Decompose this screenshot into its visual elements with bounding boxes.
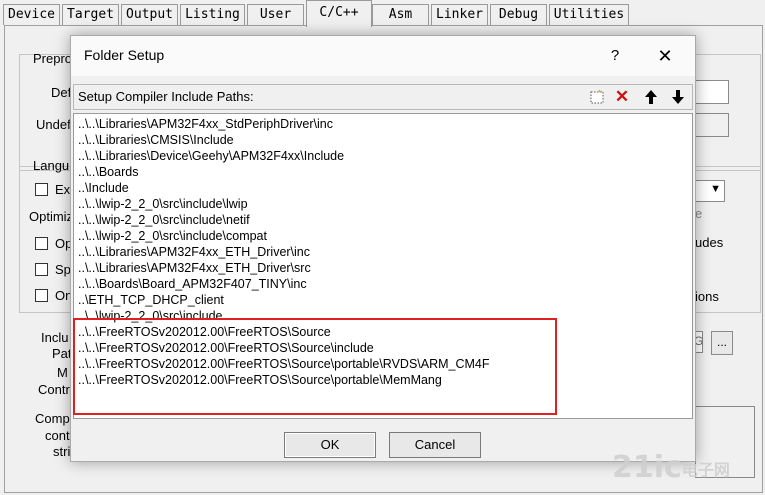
include-paths-heading: Setup Compiler Include Paths:	[78, 89, 254, 104]
controls-label: Contr	[38, 382, 70, 397]
list-item[interactable]: ..\..\Boards	[78, 164, 138, 180]
watermark-logo: 21ic电子网	[612, 450, 730, 485]
language-dropdown[interactable]: ▼	[695, 180, 725, 202]
sp-label: Sp	[55, 262, 71, 277]
right-includes-label: udes	[695, 235, 724, 250]
watermark-main: 21ic	[612, 450, 682, 485]
list-item[interactable]: ..\..\lwip-2_2_0\src\include\lwip	[78, 196, 248, 212]
tab-linker[interactable]: Linker	[431, 4, 488, 25]
list-item[interactable]: ..\..\Libraries\APM32F4xx_ETH_Driver\src	[78, 260, 311, 276]
undefine-label: Undef	[36, 117, 71, 132]
cancel-button[interactable]: Cancel	[389, 432, 481, 458]
include-label: Inclu	[41, 330, 69, 345]
tab-output[interactable]: Output	[121, 4, 178, 25]
include-paths-field[interactable]: G	[694, 331, 703, 353]
tab-c-cpp[interactable]: C/C++	[306, 0, 372, 27]
tab-strip: Device Target Output Listing User C/C++ …	[0, 0, 765, 27]
browse-button[interactable]: ...	[711, 331, 733, 355]
delete-icon[interactable]: ✕	[611, 87, 633, 107]
misc-label: M	[57, 365, 68, 380]
undefine-field[interactable]	[695, 113, 729, 137]
help-button[interactable]: ?	[603, 44, 627, 68]
new-folder-icon[interactable]	[586, 87, 608, 107]
sp-checkbox[interactable]	[35, 263, 48, 276]
include-paths-header: Setup Compiler Include Paths: ✕	[73, 84, 693, 110]
compiler-label: Comp	[35, 411, 70, 426]
define-label: Def	[51, 85, 72, 100]
right-options-label: ions	[695, 289, 719, 304]
tab-asm[interactable]: Asm	[372, 4, 429, 25]
move-down-icon[interactable]	[667, 87, 689, 107]
control-label: cont	[45, 428, 70, 443]
tab-target[interactable]: Target	[62, 4, 119, 25]
list-item[interactable]: ..\..\Libraries\APM32F4xx_StdPeriphDrive…	[78, 116, 333, 132]
preprocessor-label: Prepro	[33, 51, 73, 66]
tab-utilities[interactable]: Utilities	[549, 4, 629, 25]
list-item[interactable]: ..\..\lwip-2_2_0\src\include\compat	[78, 228, 267, 244]
string-label: stri	[53, 444, 71, 459]
watermark-sub: 电子网	[681, 460, 730, 480]
dialog-title: Folder Setup	[84, 47, 165, 63]
ex-checkbox[interactable]	[35, 183, 48, 196]
list-item[interactable]: ..\..\Boards\Board_APM32F407_TINY\inc	[78, 276, 307, 292]
list-item[interactable]: ..\..\Libraries\APM32F4xx_ETH_Driver\inc	[78, 244, 310, 260]
on-checkbox[interactable]	[35, 289, 48, 302]
list-item[interactable]: ..\..\lwip-2_2_0\src\include\netif	[78, 212, 250, 228]
chevron-down-icon: ▼	[710, 183, 721, 195]
list-item[interactable]: ..\..\Libraries\Device\Geehy\APM32F4xx\I…	[78, 148, 344, 164]
dialog-titlebar: Folder Setup ? ✕	[71, 36, 695, 76]
highlight-box	[73, 318, 557, 415]
optimize-label: Optimiz	[29, 209, 74, 224]
tab-debug[interactable]: Debug	[490, 4, 547, 25]
tab-user[interactable]: User	[247, 4, 304, 25]
folder-setup-dialog: Folder Setup ? ✕ Setup Compiler Include …	[70, 35, 696, 462]
paths-label: Pat	[52, 346, 72, 361]
tab-listing[interactable]: Listing	[180, 4, 245, 25]
move-up-icon[interactable]	[640, 87, 662, 107]
op-checkbox[interactable]	[35, 237, 48, 250]
ex-label: Ex	[55, 182, 71, 197]
right-e-label: e	[695, 206, 703, 221]
define-field[interactable]	[695, 80, 729, 104]
list-item[interactable]: ..\..\Libraries\CMSIS\Include	[78, 132, 234, 148]
close-button[interactable]: ✕	[649, 42, 681, 70]
list-item[interactable]: ..\Include	[78, 180, 129, 196]
list-item[interactable]: ..\ETH_TCP_DHCP_client	[78, 292, 224, 308]
language-label: Langu	[33, 158, 70, 173]
ok-button[interactable]: OK	[284, 432, 376, 458]
tab-device[interactable]: Device	[3, 4, 60, 25]
